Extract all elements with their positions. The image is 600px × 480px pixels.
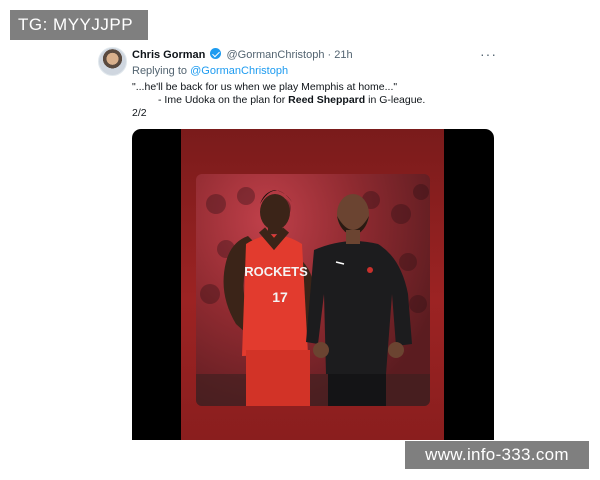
- jersey-number-text: 17: [272, 289, 288, 305]
- author-handle[interactable]: @GormanChristoph: [226, 49, 324, 61]
- tweet-media[interactable]: ROCKETS 17: [132, 129, 494, 440]
- attribution-line: - Ime Udoka on the plan for Reed Sheppar…: [132, 94, 425, 107]
- avatar[interactable]: [98, 47, 127, 76]
- replying-prefix: Replying to: [132, 65, 188, 77]
- jersey-team-text: ROCKETS: [244, 264, 308, 279]
- thread-count: 2/2: [132, 107, 147, 119]
- attribution-name: Reed Sheppard: [288, 94, 366, 106]
- quote-line: "...he'll be back for us when we play Me…: [132, 81, 398, 93]
- replying-to-line: Replying to @GormanChristoph: [132, 65, 288, 77]
- player-coach-photo[interactable]: ROCKETS 17: [196, 174, 430, 406]
- more-options-icon[interactable]: ···: [480, 46, 497, 62]
- watermark-bottom-right: www.info-333.com: [405, 441, 589, 469]
- attribution-suffix: in G-league.: [365, 94, 426, 106]
- verified-badge-icon: [210, 48, 222, 59]
- watermark-top-left: TG: MYYJJPP: [10, 10, 148, 40]
- photo-illustration: ROCKETS 17: [196, 184, 430, 406]
- replying-to-mention[interactable]: @GormanChristoph: [190, 65, 288, 77]
- time-separator: ·: [327, 49, 332, 61]
- author-name[interactable]: Chris Gorman: [132, 49, 205, 61]
- tweet-header: Chris Gorman @GormanChristoph · 21h: [132, 48, 353, 61]
- tweet-time[interactable]: 21h: [334, 49, 352, 61]
- attribution-prefix: - Ime Udoka on the plan for: [158, 94, 289, 106]
- tweet-body: "...he'll be back for us when we play Me…: [132, 81, 425, 120]
